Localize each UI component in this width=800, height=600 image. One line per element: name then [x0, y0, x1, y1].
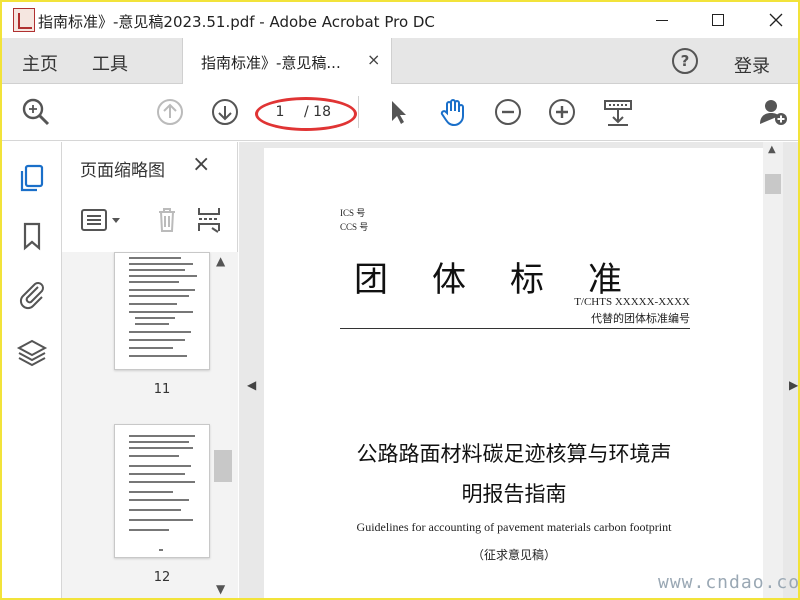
annotation-ellipse — [255, 97, 357, 131]
document-title-line-1: 公路路面材料碳足迹核算与环境声 — [356, 442, 672, 466]
document-scrollbar[interactable]: ▲ — [763, 142, 783, 598]
layers-icon[interactable] — [16, 336, 48, 368]
document-view[interactable]: ◀ ICS 号 CCS 号 团体标准 T/CHTS XXXXX-XXXX 代替的… — [239, 142, 798, 598]
thumbnail-list[interactable]: 11 12 ▲ ▼ — [62, 252, 238, 598]
left-rail — [2, 142, 62, 598]
thumbnail-scrollbar-thumb[interactable] — [214, 450, 232, 482]
close-icon — [769, 13, 783, 27]
panel-title: 页面缩略图 — [80, 161, 165, 181]
search-zoom-icon[interactable] — [20, 96, 52, 128]
thumbnail-label: 11 — [153, 382, 171, 397]
collapse-panel-arrow-icon[interactable]: ◀ — [247, 378, 256, 392]
tab-document[interactable]: 指南标准》-意见稿... × — [182, 38, 392, 84]
add-user-icon[interactable] — [758, 96, 790, 128]
options-menu-icon — [81, 209, 120, 231]
hand-tool-icon[interactable] — [437, 96, 469, 128]
thumbnail-label: 12 — [153, 570, 171, 585]
thumbnail-page-11[interactable] — [114, 252, 210, 370]
ics-label: ICS 号 — [340, 208, 366, 218]
bookmark-icon[interactable] — [16, 220, 48, 252]
thumbnail-options-button[interactable] — [80, 206, 124, 234]
delete-page-icon[interactable] — [152, 204, 182, 234]
tab-close-button[interactable]: × — [367, 50, 380, 69]
standard-title: 团体标准 — [354, 260, 666, 300]
minimize-button[interactable] — [640, 2, 684, 38]
document-page: ICS 号 CCS 号 团体标准 T/CHTS XXXXX-XXXX 代替的团体… — [264, 148, 764, 598]
title-bar: 指南标准》-意见稿2023.51.pdf - Adobe Acrobat Pro… — [2, 2, 798, 38]
tab-home[interactable]: 主页 — [22, 50, 58, 76]
scroll-down-arrow-icon[interactable]: ▼ — [216, 582, 225, 596]
scroll-up-arrow-icon[interactable]: ▲ — [216, 254, 225, 268]
scroll-mode-icon[interactable] — [602, 96, 634, 128]
ccs-label: CCS 号 — [340, 222, 369, 232]
help-icon[interactable]: ? — [672, 48, 698, 74]
document-english-title: Guidelines for accounting of pavement ma… — [356, 520, 672, 534]
doc-scroll-up-icon[interactable]: ▲ — [768, 144, 776, 155]
tab-bar: 主页 工具 指南标准》-意见稿... × ? 登录 — [2, 38, 798, 84]
document-scrollbar-thumb[interactable] — [765, 174, 781, 194]
maximize-button[interactable] — [696, 2, 740, 38]
thumbnail-page-12[interactable] — [114, 424, 210, 558]
prev-page-icon[interactable] — [154, 96, 186, 128]
tab-document-label: 指南标准》-意见稿... — [201, 54, 341, 72]
tab-tools[interactable]: 工具 — [92, 50, 128, 76]
next-page-icon[interactable] — [209, 96, 241, 128]
expand-right-panel-arrow-icon[interactable]: ▶ — [789, 378, 798, 392]
attachment-icon[interactable] — [16, 278, 48, 310]
window-title: 指南标准》-意见稿2023.51.pdf - Adobe Acrobat Pro… — [38, 13, 435, 31]
app-icon — [13, 8, 35, 32]
zoom-in-icon[interactable] — [546, 96, 578, 128]
close-window-button[interactable] — [754, 2, 798, 38]
toolbar-divider — [358, 96, 359, 128]
app-window: 指南标准》-意见稿2023.51.pdf - Adobe Acrobat Pro… — [2, 2, 798, 598]
standard-code: T/CHTS XXXXX-XXXX — [574, 296, 690, 308]
extract-page-icon[interactable] — [194, 204, 224, 234]
draft-label: （征求意见稿） — [471, 548, 556, 562]
select-arrow-icon[interactable] — [382, 96, 414, 128]
page-thumbnails-icon[interactable] — [16, 162, 48, 194]
toolbar: / 18 — [2, 84, 798, 141]
document-title-line-2: 明报告指南 — [461, 482, 567, 506]
watermark: www.cndao.com — [658, 572, 798, 593]
header-rule — [340, 328, 690, 329]
minimize-icon — [656, 19, 668, 21]
panel-toolbar — [62, 200, 238, 240]
panel-close-button[interactable]: × — [192, 152, 210, 177]
thumbnail-panel: 页面缩略图 × 11 12 ▲ ▼ — [62, 142, 238, 598]
zoom-out-icon[interactable] — [492, 96, 524, 128]
replaced-standard-label: 代替的团体标准编号 — [591, 312, 690, 325]
login-button[interactable]: 登录 — [734, 52, 770, 78]
maximize-icon — [712, 14, 724, 26]
